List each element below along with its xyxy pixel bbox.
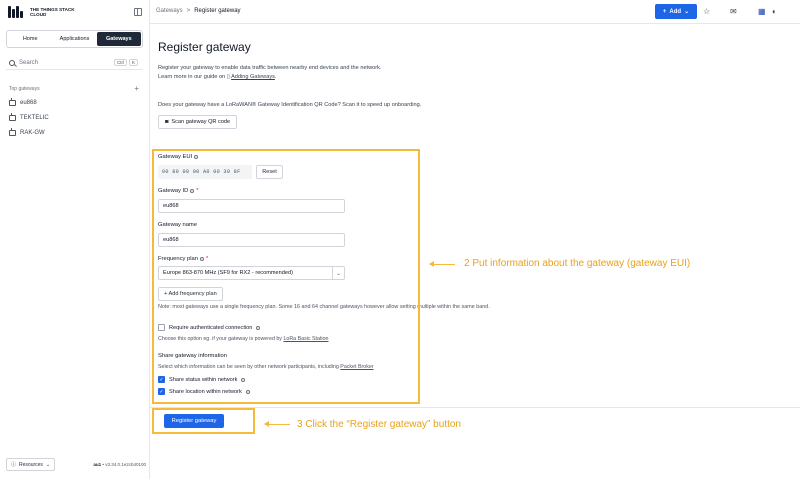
search-input[interactable]: Search Ctrl K bbox=[6, 56, 143, 70]
cluster-name: au1 bbox=[93, 462, 102, 467]
add-button[interactable]: + Add ⌄ bbox=[655, 4, 697, 19]
page-intro: Register your gateway to enable data tra… bbox=[158, 64, 381, 82]
kbd-k: K bbox=[129, 59, 139, 66]
chevron-down-icon: ⌄ bbox=[45, 461, 51, 468]
gateway-icon bbox=[9, 128, 16, 136]
tab-home[interactable]: Home bbox=[8, 32, 52, 46]
qr-question: Does your gateway have a LoRaWAN® Gatewa… bbox=[158, 102, 422, 108]
brand-mark-icon bbox=[8, 6, 26, 18]
scan-qr-label: Scan gateway QR code bbox=[171, 119, 231, 125]
top-gateways-header: Top gateways + bbox=[9, 85, 139, 93]
top-bar: Gateways > Register gateway + Add ⌄ ☆ ✉ … bbox=[150, 0, 800, 24]
notifications-icon[interactable]: ✉ bbox=[730, 7, 737, 16]
chevron-down-icon: ⌄ bbox=[684, 9, 690, 15]
top-gateways-label: Top gateways bbox=[9, 86, 40, 92]
plus-icon: + bbox=[662, 8, 667, 15]
intro-prefix: Learn more in our guide on bbox=[158, 74, 226, 80]
annotation-box-form bbox=[152, 149, 420, 404]
add-gateway-plus-icon[interactable]: + bbox=[134, 85, 139, 93]
profile-flag-icon[interactable]: ▦ bbox=[758, 7, 766, 16]
brand-logo[interactable]: THE THINGS STACK CLOUD bbox=[8, 6, 75, 18]
breadcrumb-gateways[interactable]: Gateways bbox=[156, 8, 183, 14]
intro-suffix: . bbox=[274, 74, 277, 80]
add-button-label: Add bbox=[669, 8, 682, 15]
annotation-arrow-step3 bbox=[264, 421, 290, 427]
page-title: Register gateway bbox=[158, 40, 251, 54]
book-icon: ▯ bbox=[226, 74, 230, 80]
sidebar-collapse-icon[interactable] bbox=[134, 8, 142, 16]
tab-applications[interactable]: Applications bbox=[52, 32, 96, 46]
nav-tabs: Home Applications Gateways bbox=[6, 30, 143, 48]
resources-dropdown[interactable]: ⓘ Resources ⌄ bbox=[6, 458, 56, 471]
breadcrumb-separator: > bbox=[186, 8, 191, 14]
version-info: au1 • v3.34.0.1e2cb40100 bbox=[93, 462, 146, 467]
sidebar-item-label: TEKTELIC bbox=[20, 115, 49, 121]
sidebar-item-eu868[interactable]: eu868 bbox=[9, 98, 37, 106]
sidebar-item-rak-gw[interactable]: RAK-GW bbox=[9, 128, 45, 136]
gateway-icon bbox=[9, 98, 16, 106]
annotation-step3: 3 Click the “Register gateway” button bbox=[297, 419, 461, 430]
intro-line1: Register your gateway to enable data tra… bbox=[158, 65, 382, 71]
breadcrumb-current: Register gateway bbox=[194, 8, 241, 14]
sidebar-item-label: RAK-GW bbox=[20, 130, 45, 136]
search-label: Search bbox=[19, 59, 39, 66]
resources-label: Resources bbox=[19, 461, 43, 468]
annotation-step2: 2 Put information about the gateway (gat… bbox=[464, 258, 691, 269]
breadcrumb: Gateways > Register gateway bbox=[156, 8, 241, 14]
kbd-ctrl: Ctrl bbox=[114, 59, 127, 66]
annotation-box-register bbox=[152, 408, 255, 434]
search-icon bbox=[9, 59, 15, 66]
sidebar: THE THINGS STACK CLOUD Home Applications… bbox=[0, 0, 150, 479]
brand-line2: CLOUD bbox=[30, 12, 47, 17]
scan-qr-button[interactable]: ◙ Scan gateway QR code bbox=[158, 115, 238, 129]
sidebar-item-label: eu868 bbox=[20, 100, 37, 106]
camera-icon: ◙ bbox=[165, 119, 169, 125]
account-icon[interactable]: ◐ bbox=[772, 7, 777, 16]
gateway-icon bbox=[9, 113, 16, 121]
info-icon: ⓘ bbox=[11, 462, 17, 468]
sidebar-footer: ⓘ Resources ⌄ au1 • v3.34.0.1e2cb40100 bbox=[6, 458, 146, 471]
adding-gateways-link[interactable]: Adding Gateways bbox=[231, 74, 275, 80]
annotation-arrow-step2 bbox=[429, 261, 455, 267]
star-icon[interactable]: ☆ bbox=[703, 7, 710, 16]
sidebar-item-tektelic[interactable]: TEKTELIC bbox=[9, 113, 49, 121]
version-string: v3.34.0.1e2cb40100 bbox=[105, 462, 146, 467]
tab-gateways[interactable]: Gateways bbox=[96, 32, 141, 46]
